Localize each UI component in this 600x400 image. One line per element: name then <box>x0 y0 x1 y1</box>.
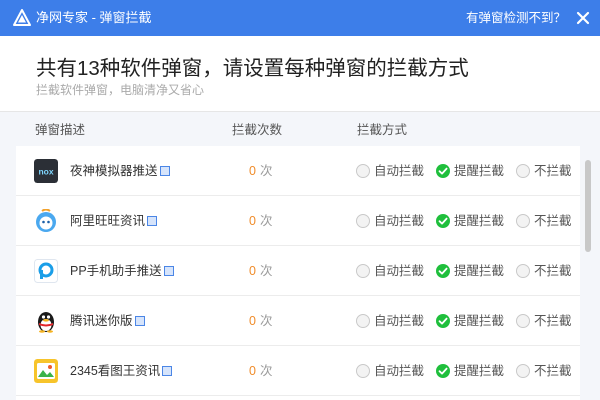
aliwangwang-icon <box>36 209 56 232</box>
radio-auto-block[interactable]: 自动拦截 <box>356 312 424 330</box>
radio-no-block[interactable]: 不拦截 <box>516 162 574 180</box>
page-subheading: 拦截软件弹窗，电脑清净又省心 <box>36 83 205 97</box>
radio-auto-block[interactable]: 自动拦截 <box>356 262 424 280</box>
radio-checked-icon <box>436 164 450 178</box>
radio-checked-icon <box>436 264 450 278</box>
app-name: 腾讯迷你版 <box>70 314 133 328</box>
column-header-mode: 拦截方式 <box>357 123 408 137</box>
page-heading: 共有13种软件弹窗，请设置每种弹窗的拦截方式 <box>36 57 469 80</box>
list-item: 腾讯迷你版 0次 自动拦截 提醒拦截 不拦截 <box>16 296 580 346</box>
radio-unchecked-icon <box>356 364 370 378</box>
block-count: 0 <box>249 164 256 178</box>
list-scrollbar[interactable] <box>583 146 593 400</box>
radio-unchecked-icon <box>516 214 530 228</box>
popup-list: nox 夜神模拟器推送 0次 自动拦截 提醒拦截 不拦截 阿里旺旺资讯 0次 自… <box>16 146 580 400</box>
radio-no-block[interactable]: 不拦截 <box>516 312 574 330</box>
radio-unchecked-icon <box>356 264 370 278</box>
app-name: 阿里旺旺资讯 <box>70 214 146 228</box>
scrollbar-thumb[interactable] <box>585 160 591 252</box>
radio-checked-icon <box>436 214 450 228</box>
nox-icon: nox <box>34 159 58 183</box>
list-item: PP手机助手推送 0次 自动拦截 提醒拦截 不拦截 <box>16 246 580 296</box>
radio-no-block[interactable]: 不拦截 <box>516 362 574 380</box>
radio-auto-block[interactable]: 自动拦截 <box>356 212 424 230</box>
info-icon[interactable] <box>147 215 158 226</box>
pp-assistant-icon <box>34 259 58 283</box>
column-header-count: 拦截次数 <box>232 123 283 137</box>
radio-unchecked-icon <box>516 314 530 328</box>
block-count: 0 <box>249 314 256 328</box>
window-title: 净网专家 - 弹窗拦截 <box>36 10 152 25</box>
column-header-description: 弹窗描述 <box>35 123 86 137</box>
radio-unchecked-icon <box>356 164 370 178</box>
info-icon[interactable] <box>159 165 170 176</box>
count-unit: 次 <box>259 164 273 178</box>
radio-unchecked-icon <box>516 364 530 378</box>
info-icon[interactable] <box>163 265 174 276</box>
list-item: 阿里旺旺资讯 0次 自动拦截 提醒拦截 不拦截 <box>16 196 580 246</box>
radio-unchecked-icon <box>356 214 370 228</box>
radio-remind-block[interactable]: 提醒拦截 <box>436 312 504 330</box>
radio-remind-block[interactable]: 提醒拦截 <box>436 212 504 230</box>
app-name: 夜神模拟器推送 <box>70 164 158 178</box>
radio-checked-icon <box>436 314 450 328</box>
block-count: 0 <box>249 214 256 228</box>
radio-no-block[interactable]: 不拦截 <box>516 212 574 230</box>
radio-unchecked-icon <box>516 264 530 278</box>
svg-text:nox: nox <box>38 167 53 177</box>
block-count: 0 <box>249 364 256 378</box>
radio-unchecked-icon <box>356 314 370 328</box>
radio-no-block[interactable]: 不拦截 <box>516 262 574 280</box>
count-unit: 次 <box>259 264 273 278</box>
help-link[interactable]: 有弹窗检测不到？ <box>466 9 566 27</box>
list-item: nox 夜神模拟器推送 0次 自动拦截 提醒拦截 不拦截 <box>16 146 580 196</box>
count-unit: 次 <box>259 214 273 228</box>
title-bar: 净网专家 - 弹窗拦截 有弹窗检测不到？ <box>0 0 600 36</box>
info-icon[interactable] <box>134 315 145 326</box>
radio-remind-block[interactable]: 提醒拦截 <box>436 262 504 280</box>
count-unit: 次 <box>259 314 273 328</box>
app-name: 2345看图王资讯 <box>70 364 161 378</box>
radio-auto-block[interactable]: 自动拦截 <box>356 162 424 180</box>
radio-remind-block[interactable]: 提醒拦截 <box>436 162 504 180</box>
radio-remind-block[interactable]: 提醒拦截 <box>436 362 504 380</box>
app-name: PP手机助手推送 <box>70 264 162 278</box>
close-icon[interactable] <box>575 10 591 26</box>
list-item: 2345看图王资讯 0次 自动拦截 提醒拦截 不拦截 <box>16 346 580 396</box>
count-unit: 次 <box>259 364 273 378</box>
shield-logo-icon <box>13 9 31 26</box>
radio-checked-icon <box>436 364 450 378</box>
info-icon[interactable] <box>162 365 173 376</box>
radio-unchecked-icon <box>516 164 530 178</box>
qq-penguin-icon <box>38 312 54 333</box>
radio-auto-block[interactable]: 自动拦截 <box>356 362 424 380</box>
2345-viewer-icon <box>34 359 58 383</box>
block-count: 0 <box>249 264 256 278</box>
